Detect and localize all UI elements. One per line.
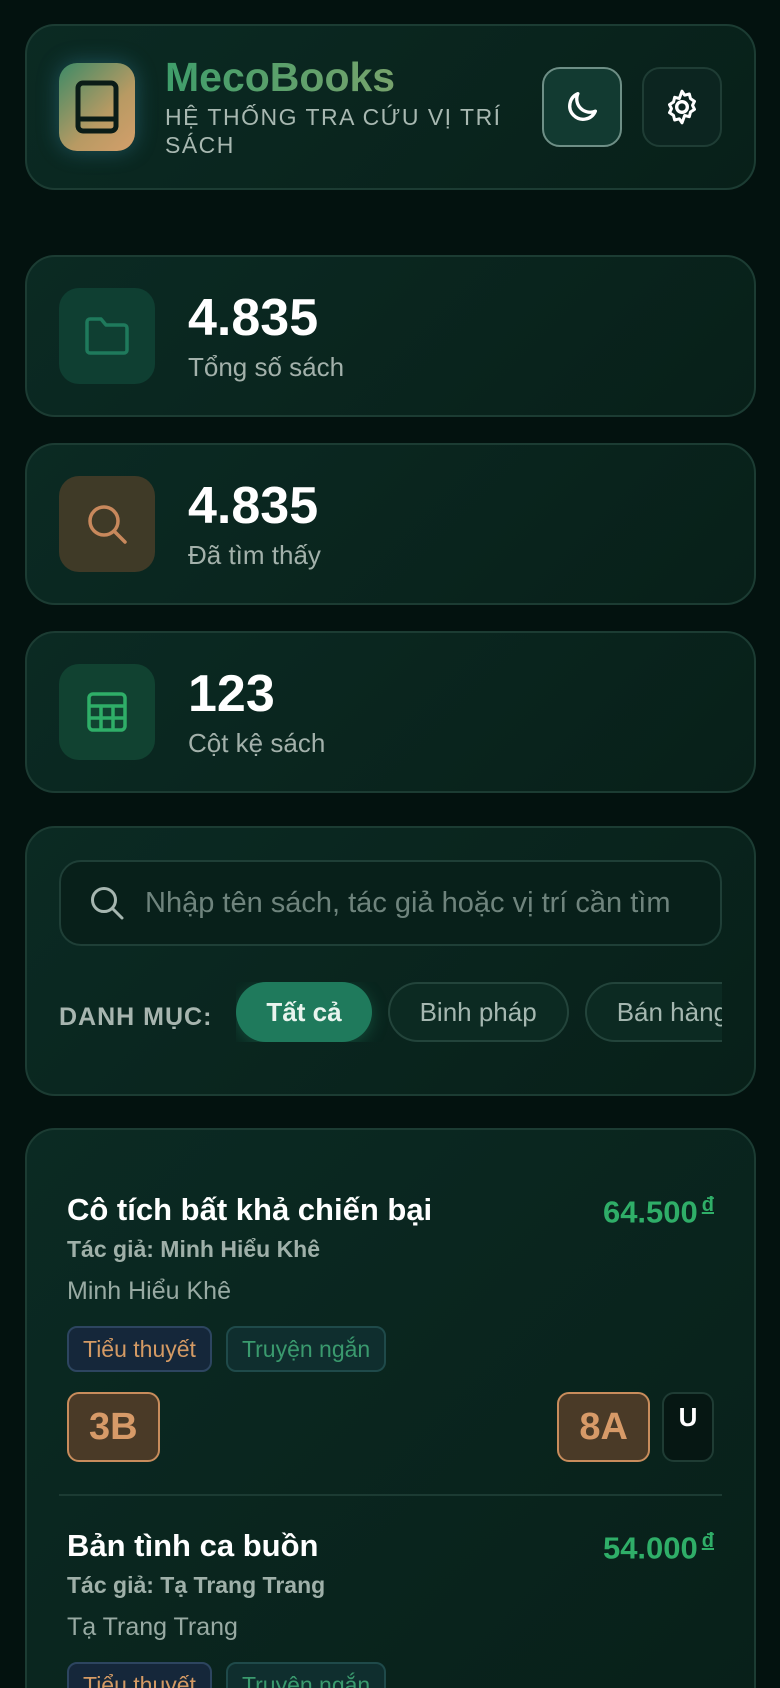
search-box[interactable] [59, 860, 722, 946]
book-tag: Truyện ngắn [225, 1662, 387, 1688]
settings-button[interactable] [642, 67, 722, 147]
book-tag: Truyện ngắn [225, 1326, 387, 1372]
stat-label: Cột kệ sách [188, 727, 326, 758]
book-item[interactable]: 54.000 đ Bản tình ca buồn Tác giả: Tạ Tra… [59, 1494, 722, 1688]
shelf-locations: 3B 8A U [67, 1392, 714, 1494]
book-author: Tạ Trang Trang [67, 1613, 238, 1641]
app-title: MecoBooks [165, 55, 542, 99]
stat-label: Tổng số sách [188, 351, 345, 382]
price-value: 64.500 [602, 1194, 698, 1230]
book-tag: Tiểu thuyết [67, 1326, 212, 1372]
book-price: 64.500 đ [603, 1194, 714, 1230]
category-chip-binh-phap[interactable]: Binh pháp [387, 982, 569, 1042]
brand: MecoBooks HỆ THỐNG TRA CỨU VỊ TRÍ SÁCH [165, 55, 542, 159]
app-header: MecoBooks HỆ THỐNG TRA CỨU VỊ TRÍ SÁCH [25, 24, 756, 190]
category-label: DANH MỤC: [59, 1002, 213, 1031]
theme-toggle-button[interactable] [542, 67, 622, 147]
book-icon [59, 63, 135, 151]
category-chip-ban-hang[interactable]: Bán hàng [584, 982, 722, 1042]
gear-icon [668, 89, 696, 125]
shelf-extra-badge: U [662, 1392, 714, 1462]
category-row: DANH MỤC: Tất cả Binh pháp Bán hàng [59, 982, 722, 1042]
price-currency: đ [701, 1194, 714, 1216]
stat-value: 4.835 [188, 288, 319, 347]
moon-icon [568, 92, 597, 121]
stat-total-books: 4.835 Tổng số sách [25, 255, 756, 417]
search-icon [59, 476, 155, 572]
folder-icon [59, 288, 155, 384]
stat-value: 4.835 [188, 476, 319, 535]
search-panel: DANH MỤC: Tất cả Binh pháp Bán hàng [25, 826, 756, 1096]
stat-found-books: 4.835 Đã tìm thấy [25, 443, 756, 605]
stat-value: 123 [188, 664, 275, 723]
book-author-line: Tác giả: Minh Hiểu Khê [67, 1236, 321, 1262]
price-currency: đ [701, 1530, 714, 1552]
app-subtitle: HỆ THỐNG TRA CỨU VỊ TRÍ SÁCH [165, 104, 502, 158]
category-chip-all[interactable]: Tất cả [236, 982, 372, 1042]
category-chips: Tất cả Binh pháp Bán hàng [236, 982, 722, 1042]
stat-label: Đã tìm thấy [188, 539, 321, 570]
book-author-line: Tác giả: Tạ Trang Trang [67, 1572, 326, 1598]
shelf-badge: 8A [557, 1392, 650, 1462]
stat-shelf-columns: 123 Cột kệ sách [25, 631, 756, 793]
book-price: 54.000 đ [603, 1530, 714, 1566]
search-input[interactable] [145, 886, 692, 920]
grid-icon [59, 664, 155, 760]
search-icon [91, 887, 124, 920]
book-tags: Tiểu thuyết Truyện ngắn [67, 1326, 714, 1372]
book-author: Minh Hiểu Khê [67, 1277, 231, 1305]
shelf-badge: 3B [67, 1392, 160, 1462]
book-tag: Tiểu thuyết [67, 1662, 212, 1688]
book-tags: Tiểu thuyết Truyện ngắn [67, 1662, 714, 1688]
price-value: 54.000 [602, 1530, 698, 1566]
book-results: 64.500 đ Cô tích bất khả chiến bại Tác gi… [25, 1128, 756, 1688]
book-item[interactable]: 64.500 đ Cô tích bất khả chiến bại Tác gi… [59, 1130, 722, 1494]
app-page: MecoBooks HỆ THỐNG TRA CỨU VỊ TRÍ SÁCH 4… [0, 0, 780, 1688]
